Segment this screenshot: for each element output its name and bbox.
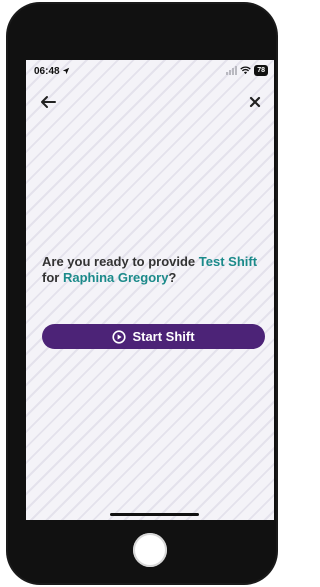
- close-button[interactable]: [248, 95, 262, 109]
- service-name: Test Shift: [198, 254, 258, 269]
- phone-frame: 06:48 78 Are you ready to provide Test S…: [6, 2, 278, 585]
- battery-level: 78: [254, 65, 268, 76]
- nav-bar: [26, 92, 274, 112]
- start-shift-prompt: Are you ready to provide Test Shift for …: [42, 254, 262, 286]
- status-bar: 06:48 78: [26, 60, 274, 82]
- play-circle-icon: [112, 329, 127, 344]
- prompt-middle: for: [42, 270, 63, 285]
- start-shift-label: Start Shift: [132, 329, 195, 344]
- prompt-suffix: ?: [168, 270, 177, 285]
- home-indicator[interactable]: [110, 513, 199, 516]
- start-shift-button[interactable]: Start Shift: [42, 324, 265, 349]
- status-time: 06:48: [34, 66, 60, 77]
- status-time-group: 06:48: [34, 66, 70, 77]
- location-arrow-icon: [63, 67, 70, 75]
- app-screen: 06:48 78 Are you ready to provide Test S…: [26, 60, 274, 520]
- back-button[interactable]: [39, 94, 57, 110]
- prompt-prefix: Are you ready to provide: [42, 254, 199, 269]
- arrow-left-icon: [41, 96, 56, 108]
- home-button[interactable]: [133, 533, 167, 567]
- client-name: Raphina Gregory: [62, 270, 169, 285]
- status-indicators: 78: [226, 65, 268, 76]
- close-icon: [249, 96, 261, 108]
- wifi-icon: [240, 66, 251, 75]
- cellular-signal-icon: [226, 66, 238, 75]
